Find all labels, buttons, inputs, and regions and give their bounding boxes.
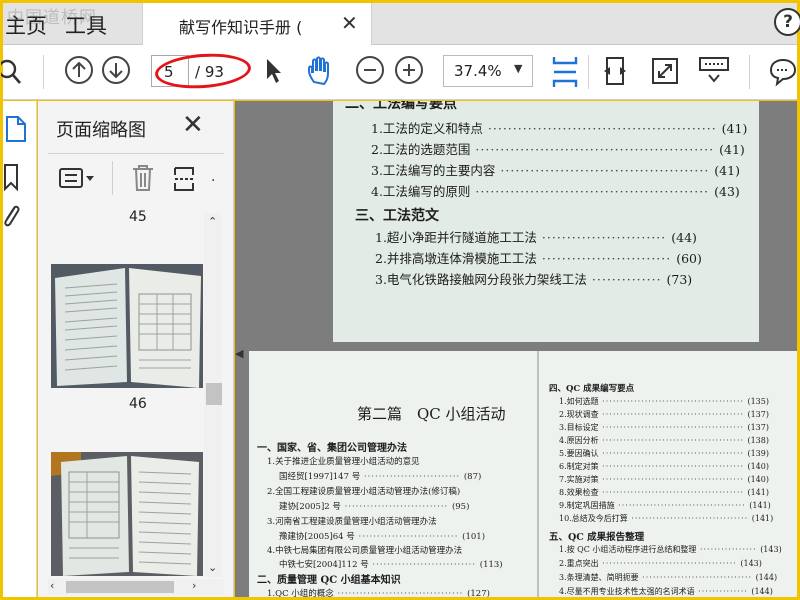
toc-entry: 1.QC 小组的概念 ·····························…	[267, 589, 490, 597]
attachment-icon[interactable]	[1, 201, 21, 233]
previous-page-button[interactable]	[65, 56, 93, 84]
toc-entry: 中铁七安[2004]112 号 ························…	[279, 560, 503, 570]
delete-page-icon[interactable]	[130, 163, 156, 193]
scrollbar-thumb[interactable]	[206, 383, 222, 405]
toc-section: 五、QC 成果报告整理	[549, 532, 645, 543]
scrollbar-thumb[interactable]	[66, 581, 174, 593]
toc-entry: 1.超小净距并行隧道施工工法 ·························…	[375, 230, 697, 245]
collapse-panel-icon[interactable]: ◀	[235, 347, 243, 360]
zoom-value: 37.4%	[454, 62, 502, 80]
document-view[interactable]: ◀ 二、工法编写要点 1.工法的定义和特点 ··················…	[235, 101, 797, 597]
hand-tool-icon[interactable]	[306, 55, 336, 87]
select-tool-icon[interactable]	[263, 57, 283, 85]
book-gutter	[537, 351, 539, 597]
thumbnail-options-icon[interactable]	[58, 167, 98, 191]
toc-entry: 5.要因确认 ·································…	[559, 449, 769, 458]
zoom-select[interactable]: 37.4% ▼	[443, 55, 533, 87]
panel-divider	[48, 153, 224, 154]
plus-icon	[403, 64, 415, 76]
toc-entry: 3.电气化铁路接触网分段张力架线工法 ·············· (73)	[375, 272, 693, 287]
toolbar: 5 / 93 37.4% ▼	[1, 45, 799, 100]
scroll-left-icon[interactable]: ‹	[50, 579, 54, 592]
thumbnail-page-47[interactable]	[51, 452, 203, 576]
thumbnail-page-46[interactable]	[51, 264, 203, 388]
scroll-mode-icon[interactable]	[548, 53, 582, 91]
toc-entry: 2.工法的选题范围 ······························…	[371, 142, 745, 157]
toc-entry: 6.制定对策 ·································…	[559, 462, 769, 471]
toc-entry: 10.总结及今后打算 ·····························…	[559, 514, 774, 523]
toc-entry: 2.并排高墩连体滑模施工工法 ·························…	[375, 251, 702, 266]
comment-icon[interactable]	[767, 57, 799, 87]
more-options-icon[interactable]: ·	[211, 173, 215, 189]
toc-entry: 国经贸[1997]147 号 ·························…	[279, 472, 482, 482]
zoom-out-button[interactable]	[356, 56, 384, 84]
panel-title: 页面缩略图	[56, 120, 146, 141]
navigation-rail	[3, 101, 37, 597]
toc-heading: 二、工法编写要点	[345, 101, 457, 112]
thumbnail-label: 45	[129, 209, 147, 225]
toc-entry: 1.关于推进企业质量管理小组活动的意见	[267, 457, 420, 467]
page-thumbnails-icon[interactable]	[5, 115, 27, 143]
page-thumbnails-panel: 页面缩略图 ✕ · 45 46 ⌃ ⌄ ‹ ›	[38, 101, 234, 597]
thumbnail-label: 46	[129, 396, 147, 412]
arrow-up-icon	[72, 61, 86, 77]
tab-document[interactable]: 献写作知识手册 ( ✕	[142, 3, 372, 46]
bookmark-icon[interactable]	[3, 163, 23, 191]
toolbar-separator	[43, 55, 44, 89]
toc-entry: 4.原因分析 ·································…	[559, 436, 769, 445]
toc-entry: 建协[2005]2 号 ····························…	[279, 502, 470, 512]
toc-entry: 7.实施对策 ·································…	[559, 475, 769, 484]
tab-bar: 中国道桥网 主页 工具	[3, 3, 797, 45]
toolbar-separator	[588, 55, 589, 89]
toc-entry: 3.工法编写的主要内容 ····························…	[371, 163, 740, 178]
toc-entry: 2.现状调查 ·································…	[559, 410, 769, 419]
document-page-spread: 第二篇 QC 小组活动 一、国家、省、集团公司管理办法 1.关于推进企业质量管理…	[249, 351, 797, 597]
arrow-down-icon	[109, 63, 123, 79]
tab-close-icon[interactable]: ✕	[341, 11, 358, 35]
read-mode-icon[interactable]	[698, 55, 730, 87]
rotate-view-icon[interactable]	[601, 55, 629, 87]
chevron-down-icon: ▼	[514, 62, 523, 75]
toc-entry: 1.如何选题 ·································…	[559, 397, 769, 406]
scroll-right-icon[interactable]: ›	[192, 579, 196, 592]
toc-section: 三、工法范文	[355, 208, 439, 224]
tab-home[interactable]: 主页	[5, 10, 47, 40]
toc-entry: 3.河南省工程建设质量管理小组活动管理办法	[267, 517, 437, 527]
toc-entry: 4.尽量不用专业技术性太强的名词术语 ·············· (144)	[559, 587, 773, 596]
toc-entry: 9.制定巩固措施 ·······························…	[559, 501, 771, 510]
help-icon[interactable]: ?	[774, 8, 800, 36]
extract-page-icon[interactable]	[172, 165, 198, 193]
zoom-in-button[interactable]	[395, 56, 423, 84]
toc-entry: 豫建协[2005]64 号 ··························…	[279, 532, 486, 542]
document-page: 二、工法编写要点 1.工法的定义和特点 ····················…	[333, 101, 759, 342]
toolbar-separator	[112, 161, 113, 195]
toc-entry: 1.工法的定义和特点 ·····························…	[371, 121, 748, 136]
tab-tools[interactable]: 工具	[65, 10, 107, 40]
toc-entry: 3.目标设定 ·································…	[559, 423, 769, 432]
toolbar-separator	[749, 55, 750, 89]
thumbnail-image	[51, 264, 203, 388]
toc-entry: 4.工法编写的原则 ······························…	[371, 184, 740, 199]
search-icon[interactable]	[1, 59, 25, 87]
scroll-down-icon[interactable]: ⌄	[208, 561, 217, 574]
toc-entry: 2.全国工程建设质量管理小组活动管理办法(修订稿)	[267, 487, 461, 497]
thumbnail-image	[51, 452, 203, 576]
full-screen-icon[interactable]	[651, 57, 679, 85]
chapter-title: 第二篇 QC 小组活动	[357, 405, 506, 423]
panel-close-icon[interactable]: ✕	[182, 110, 204, 140]
next-page-button[interactable]	[102, 56, 130, 84]
toc-entry: 2.重点突出 ·································…	[559, 559, 762, 568]
tab-document-title: 献写作知识手册 (	[179, 18, 303, 37]
toc-section: 二、质量管理 QC 小组基本知识	[257, 575, 401, 586]
toc-section: 四、QC 成果编写要点	[549, 384, 635, 394]
toc-entry: 1.按 QC 小组活动程序进行总结和整理 ················ (1…	[559, 545, 782, 554]
toc-section: 一、国家、省、集团公司管理办法	[257, 443, 407, 454]
minus-icon	[364, 69, 376, 71]
scroll-up-icon[interactable]: ⌃	[208, 215, 217, 228]
toc-entry: 3.条理清楚、简明扼要 ····························…	[559, 573, 778, 582]
toc-entry: 8.效果检查 ·································…	[559, 488, 769, 497]
toc-entry: 4.中铁七局集团有限公司质量管理小组活动管理办法	[267, 546, 463, 556]
